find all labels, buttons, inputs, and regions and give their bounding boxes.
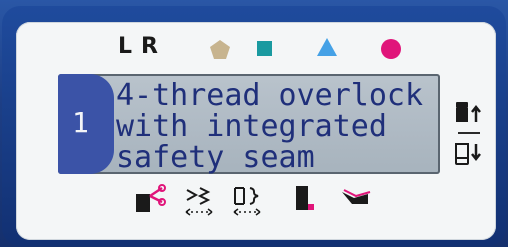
program-number: 1: [72, 106, 89, 139]
circle-icon: [381, 39, 401, 59]
stitch-width-icon[interactable]: [182, 182, 216, 218]
thread-down-icon[interactable]: [454, 140, 486, 166]
indicator-row: L R: [16, 22, 496, 82]
program-number-tab: 1: [58, 74, 114, 174]
triangle-icon: [317, 38, 337, 56]
thread-tension-controls: [454, 100, 486, 172]
indicator-left-label: L: [118, 34, 133, 59]
lcd-line-3: safety seam: [116, 140, 315, 174]
stitch-length-icon[interactable]: [230, 182, 264, 218]
control-panel: L R 1 4-thread overlock with integrated …: [16, 22, 496, 240]
bottom-function-row: [16, 182, 496, 232]
pentagon-icon: [210, 40, 230, 59]
lcd-line-2: with integrated: [116, 109, 387, 144]
lcd-display: 1 4-thread overlock with integrated safe…: [58, 74, 440, 174]
square-icon: [257, 41, 272, 56]
indicator-right-label: R: [141, 34, 158, 59]
lcd-line-1: 4-thread overlock: [116, 78, 424, 113]
program-description: 4-thread overlock with integrated safety…: [116, 80, 432, 173]
needle-plate-icon[interactable]: [338, 182, 372, 218]
scissors-icon[interactable]: [132, 182, 166, 218]
thread-up-icon[interactable]: [454, 100, 486, 126]
presser-foot-icon[interactable]: [288, 182, 322, 218]
side-divider: [458, 132, 480, 134]
